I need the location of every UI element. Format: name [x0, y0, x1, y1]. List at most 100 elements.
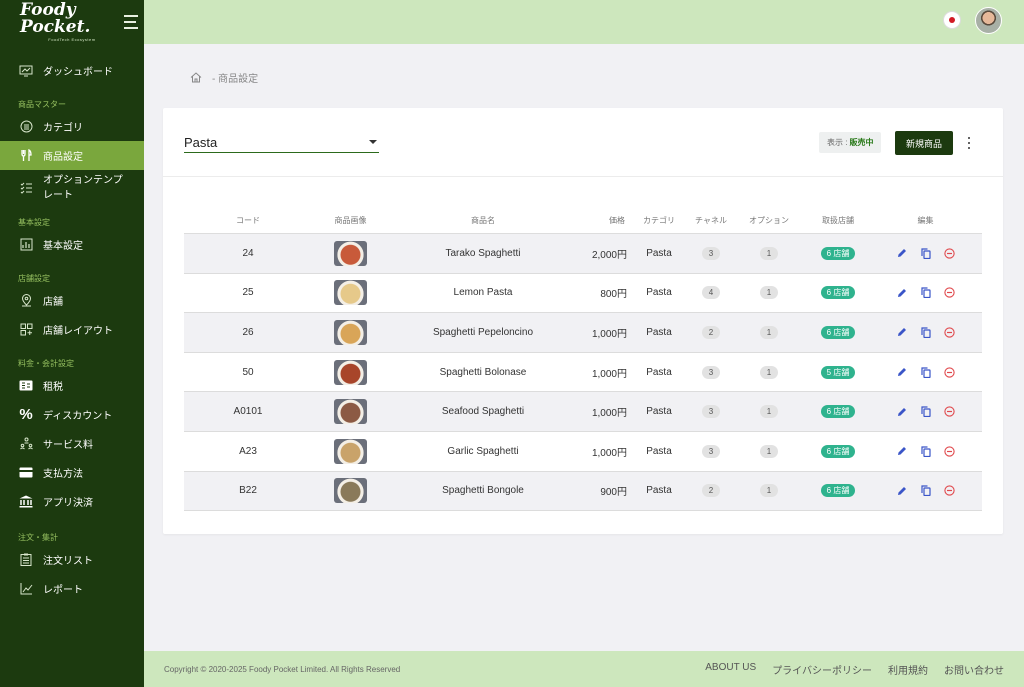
cell-option: 1	[731, 365, 807, 379]
header-name[interactable]: 商品名	[389, 215, 577, 226]
nav-category[interactable]: カテゴリ	[0, 112, 144, 141]
nav-store-layout[interactable]: 店舗レイアウト	[0, 315, 144, 344]
product-thumbnail[interactable]	[334, 240, 367, 266]
logo-text: Foody Pocket.	[20, 0, 91, 37]
option-count-badge: 1	[760, 286, 778, 300]
nav-service-fee[interactable]: サービス料	[0, 429, 144, 458]
footer-link-about[interactable]: ABOUT US	[705, 662, 756, 677]
stores-badge[interactable]: 6 店舗	[820, 246, 856, 260]
header-stores: 取扱店舗	[822, 215, 854, 225]
pencil-icon[interactable]	[896, 327, 907, 338]
section-orders: 注文・集計	[18, 532, 58, 542]
stores-badge[interactable]: 6 店舗	[820, 484, 856, 498]
cell-option: 1	[731, 405, 807, 419]
nav-order-list[interactable]: 注文リスト	[0, 545, 144, 574]
remove-circle-icon[interactable]	[944, 366, 955, 378]
product-thumbnail[interactable]	[334, 319, 367, 345]
table-row[interactable]: 50 Spaghetti Bolonase 1,000円 Pasta 3 1 5 店舗	[184, 353, 982, 393]
nav-option-template[interactable]: オプションテンプレート	[0, 170, 144, 206]
category-select[interactable]: Pasta	[184, 132, 379, 153]
footer-link-privacy[interactable]: プライバシーポリシー	[772, 662, 872, 677]
cell-name: Spaghetti Bolonase	[439, 366, 527, 378]
pencil-icon[interactable]	[896, 446, 907, 457]
cell-category: Pasta	[646, 406, 672, 418]
table-row[interactable]: A23 Garlic Spaghetti 1,000円 Pasta 3 1 6 店舗	[184, 432, 982, 472]
pencil-icon[interactable]	[896, 367, 907, 378]
cell-option: 1	[731, 246, 807, 260]
table-row[interactable]: A0101 Seafood Spaghetti 1,000円 Pasta 3 1 6 店舗	[184, 392, 982, 432]
product-thumbnail[interactable]	[334, 359, 367, 385]
header-category[interactable]: カテゴリ	[627, 215, 691, 226]
product-card: Pasta 表示 : 販売中 新規商品 コード 商品画像 商品名 価格 カテゴリ…	[163, 108, 1003, 534]
cell-stores: 5 店舗	[807, 365, 869, 379]
table-row[interactable]: 25 Lemon Pasta 800円 Pasta 4 1 6 店舗	[184, 274, 982, 314]
remove-circle-icon[interactable]	[944, 287, 955, 299]
copy-icon[interactable]	[920, 248, 931, 259]
nav-app-payment[interactable]: アプリ決済	[0, 487, 144, 516]
stores-badge[interactable]: 5 店舗	[820, 365, 856, 379]
copy-icon[interactable]	[920, 327, 931, 338]
nav-discount[interactable]: % ディスカウント	[0, 400, 144, 429]
product-thumbnail[interactable]	[334, 438, 367, 464]
footer: Copyright © 2020-2025 Foody Pocket Limit…	[144, 651, 1024, 687]
stores-badge[interactable]: 6 店舗	[820, 325, 856, 339]
nav-store[interactable]: 店舗	[0, 286, 144, 315]
cell-name: Seafood Spaghetti	[441, 406, 525, 418]
cell-stores: 6 店舗	[807, 325, 869, 339]
pencil-icon[interactable]	[896, 287, 907, 298]
category-select-value: Pasta	[184, 134, 218, 150]
cell-option: 1	[731, 286, 807, 300]
footer-link-terms[interactable]: 利用規約	[888, 662, 928, 677]
nav-order-list-label: 注文リスト	[43, 556, 93, 567]
more-vert-icon[interactable]	[965, 137, 973, 149]
remove-circle-icon[interactable]	[944, 248, 955, 259]
table-row[interactable]: 26 Spaghetti Pepeloncino 1,000円 Pasta 2 1 6 店舗	[184, 313, 982, 353]
copy-icon[interactable]	[920, 446, 931, 457]
copy-icon[interactable]	[920, 485, 931, 497]
menu-toggle-icon[interactable]	[123, 15, 138, 29]
nav-dashboard[interactable]: ダッシュボード	[0, 56, 144, 85]
caret-down-icon	[369, 140, 377, 144]
cell-image	[312, 359, 389, 385]
nav-report[interactable]: レポート	[0, 574, 144, 603]
avatar[interactable]	[975, 7, 1002, 34]
logo-tagline: FoodTech Ecosystem	[48, 37, 96, 42]
copy-icon[interactable]	[920, 366, 931, 378]
logo[interactable]: Foody Pocket. FoodTech Ecosystem	[20, 2, 124, 42]
product-thumbnail[interactable]	[334, 280, 367, 306]
pencil-icon[interactable]	[896, 485, 907, 496]
stores-badge[interactable]: 6 店舗	[820, 286, 856, 300]
nav-payment[interactable]: 支払方法	[0, 458, 144, 487]
product-thumbnail[interactable]	[334, 399, 367, 425]
stores-badge[interactable]: 6 店舗	[820, 405, 856, 419]
table-row[interactable]: B22 Spaghetti Bongole 900円 Pasta 2 1 6 店舗	[184, 471, 982, 512]
stores-badge[interactable]: 6 店舗	[820, 444, 856, 458]
cell-category: Pasta	[646, 326, 672, 338]
pencil-icon[interactable]	[896, 406, 907, 417]
home-icon[interactable]	[190, 72, 202, 83]
channel-count-badge: 4	[702, 286, 720, 300]
remove-circle-icon[interactable]	[944, 446, 955, 457]
japan-flag-icon[interactable]	[944, 12, 960, 28]
header-price[interactable]: 価格	[577, 215, 627, 226]
copy-icon[interactable]	[920, 287, 931, 299]
display-filter-chip[interactable]: 表示 : 販売中	[819, 132, 882, 153]
nav-payment-label: 支払方法	[43, 469, 83, 480]
table-row[interactable]: 24 Tarako Spaghetti 2,000円 Pasta 3 1 6 店舗	[184, 234, 982, 274]
new-product-button[interactable]: 新規商品	[895, 131, 953, 155]
product-thumbnail[interactable]	[334, 478, 367, 504]
cell-code: A23	[239, 445, 257, 457]
nav-basic-settings[interactable]: 基本設定	[0, 230, 144, 259]
display-filter-value: 販売中	[849, 138, 874, 147]
remove-circle-icon[interactable]	[944, 485, 955, 497]
remove-circle-icon[interactable]	[944, 406, 955, 417]
cell-channel: 4	[691, 286, 731, 300]
nav-tax[interactable]: 租税	[0, 371, 144, 400]
footer-link-contact[interactable]: お問い合わせ	[944, 662, 1004, 677]
nav-product-settings[interactable]: 商品設定	[0, 141, 144, 170]
header-code[interactable]: コード	[184, 215, 312, 226]
pencil-icon[interactable]	[896, 248, 907, 259]
remove-circle-icon[interactable]	[944, 327, 955, 338]
copy-icon[interactable]	[920, 406, 931, 418]
cell-name: Lemon Pasta	[453, 287, 513, 299]
